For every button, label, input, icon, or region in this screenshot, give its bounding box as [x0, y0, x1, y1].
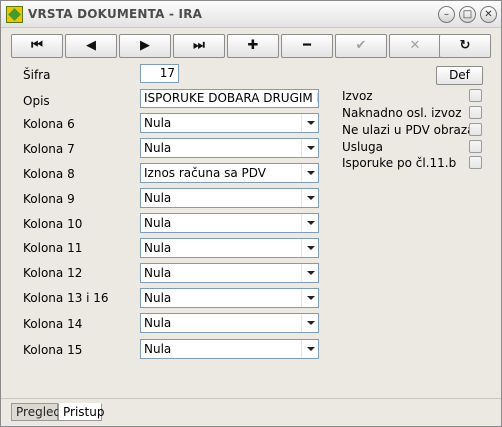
kolona-label: Kolona 8 — [23, 167, 75, 181]
kolona-6-select[interactable]: Nula — [140, 113, 319, 133]
tab-pregled[interactable]: Pregled — [11, 403, 61, 421]
kolona-label: Kolona 10 — [23, 217, 83, 231]
select-value: Nula — [144, 291, 172, 305]
ne-ulazi-pdv-label: Ne ulazi u PDV obrazac — [342, 123, 482, 137]
isporuke-cl11b-checkbox[interactable] — [469, 156, 482, 169]
opis-field[interactable]: ISPORUKE DOBARA DRUGIM DR. — [140, 89, 319, 108]
select-value: Iznos računa sa PDV — [144, 166, 267, 180]
naknadno-izvoz-label: Naknadno osl. izvoz — [342, 106, 462, 120]
select-value: Nula — [144, 116, 172, 130]
kolona-label: Kolona 14 — [23, 317, 83, 331]
confirm-button[interactable]: ✔ — [335, 34, 387, 58]
refresh-button[interactable]: ↻ — [439, 34, 491, 58]
kolona-9-select[interactable]: Nula — [140, 188, 319, 208]
close-icon[interactable]: ✕ — [480, 6, 497, 23]
chevron-down-icon[interactable] — [301, 139, 318, 157]
kolona-label: Kolona 12 — [23, 266, 83, 280]
prev-record-button[interactable]: ◀ — [65, 34, 117, 58]
kolona-10-select[interactable]: Nula — [140, 213, 319, 233]
app-icon — [6, 6, 23, 23]
def-button[interactable]: Def — [436, 66, 483, 85]
delete-button[interactable]: ━ — [281, 34, 333, 58]
kolona-label: Kolona 6 — [23, 117, 75, 131]
toolbar: ⏮ ◀ ▶ ⏭ ✚ ━ ✔ ✕ ↻ — [11, 34, 491, 58]
maximize-icon[interactable]: □ — [459, 6, 476, 23]
chevron-down-icon[interactable] — [301, 239, 318, 257]
window-title: VRSTA DOKUMENTA - IRA — [28, 7, 203, 21]
chevron-down-icon[interactable] — [301, 214, 318, 232]
chevron-down-icon[interactable] — [301, 164, 318, 182]
chevron-down-icon[interactable] — [301, 340, 318, 358]
chevron-down-icon[interactable] — [301, 189, 318, 207]
kolona-label: Kolona 7 — [23, 142, 75, 156]
usluga-label: Usluga — [342, 140, 383, 154]
select-value: Nula — [144, 241, 172, 255]
tab-pristup[interactable]: Pristup — [58, 403, 104, 421]
chevron-down-icon[interactable] — [301, 114, 318, 132]
kolona-13-16-select[interactable]: Nula — [140, 288, 319, 308]
select-value: Nula — [144, 316, 172, 330]
izvoz-checkbox[interactable] — [469, 89, 482, 102]
chevron-down-icon[interactable] — [301, 264, 318, 282]
izvoz-label: Izvoz — [342, 89, 373, 103]
first-record-button[interactable]: ⏮ — [11, 34, 63, 58]
sifra-field[interactable]: 17 — [140, 64, 179, 83]
minimize-icon[interactable]: – — [438, 6, 455, 23]
window: VRSTA DOKUMENTA - IRA – □ ✕ ⏮ ◀ ▶ ⏭ ✚ ━ … — [0, 0, 502, 427]
kolona-label: Kolona 15 — [23, 343, 83, 357]
last-record-button[interactable]: ⏭ — [173, 34, 225, 58]
cancel-button[interactable]: ✕ — [389, 34, 441, 58]
kolona-label: Kolona 11 — [23, 241, 83, 255]
kolona-7-select[interactable]: Nula — [140, 138, 319, 158]
isporuke-cl11b-label: Isporuke po čl.11.b — [342, 156, 457, 170]
select-value: Nula — [144, 141, 172, 155]
kolona-14-select[interactable]: Nula — [140, 313, 319, 333]
title-bar[interactable]: VRSTA DOKUMENTA - IRA – □ ✕ — [1, 1, 501, 28]
usluga-checkbox[interactable] — [469, 140, 482, 153]
naknadno-izvoz-checkbox[interactable] — [469, 106, 482, 119]
chevron-down-icon[interactable] — [301, 314, 318, 332]
select-value: Nula — [144, 216, 172, 230]
select-value: Nula — [144, 266, 172, 280]
kolona-label: Kolona 13 i 16 — [23, 291, 109, 305]
select-value: Nula — [144, 342, 172, 356]
sifra-label: Šifra — [23, 68, 51, 82]
kolona-8-select[interactable]: Iznos računa sa PDV — [140, 163, 319, 183]
chevron-down-icon[interactable] — [301, 289, 318, 307]
kolona-label: Kolona 9 — [23, 192, 75, 206]
kolona-12-select[interactable]: Nula — [140, 263, 319, 283]
next-record-button[interactable]: ▶ — [119, 34, 171, 58]
kolona-15-select[interactable]: Nula — [140, 339, 319, 359]
kolona-11-select[interactable]: Nula — [140, 238, 319, 258]
opis-label: Opis — [23, 94, 50, 108]
select-value: Nula — [144, 191, 172, 205]
ne-ulazi-pdv-checkbox[interactable] — [469, 123, 482, 136]
add-button[interactable]: ✚ — [227, 34, 279, 58]
